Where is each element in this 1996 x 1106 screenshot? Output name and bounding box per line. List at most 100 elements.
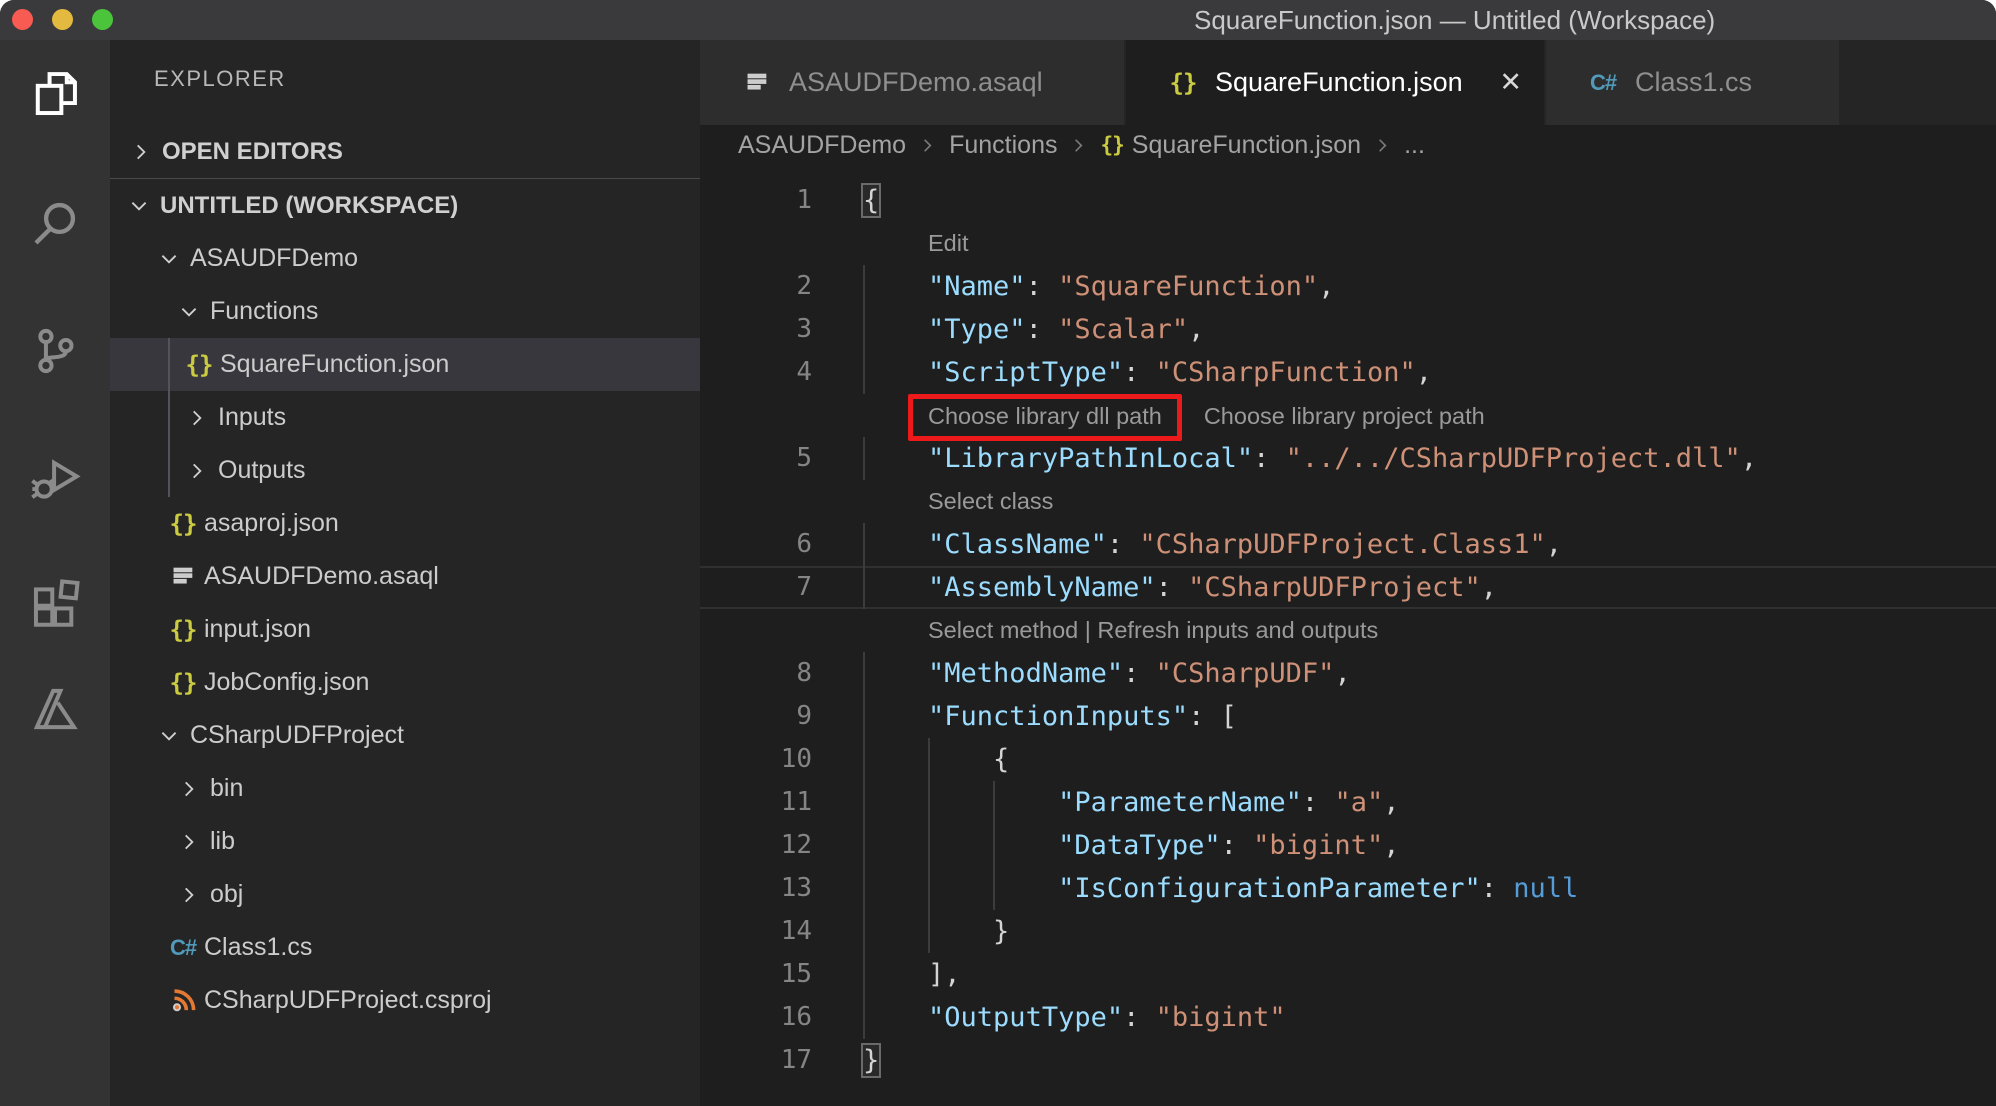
azure-icon[interactable] [23, 677, 87, 741]
tree-item-label: ASAUDFDemo [190, 244, 358, 273]
breadcrumb-item-functions[interactable]: Functions [949, 131, 1057, 160]
search-icon[interactable] [23, 191, 87, 255]
tree-indent-guide [168, 338, 170, 497]
breadcrumb-label: SquareFunction.json [1132, 131, 1361, 160]
tab-label: SquareFunction.json [1215, 67, 1463, 98]
tree-item-untitled-workspace[interactable]: UNTITLED (WORKSPACE) [110, 179, 700, 232]
code-line-4[interactable]: 4 "ScriptType": "CSharpFunction", [700, 351, 1996, 394]
code-line-8[interactable]: 8 "MethodName": "CSharpUDF", [700, 652, 1996, 695]
line-number: 2 [700, 265, 812, 308]
open-editors-section[interactable]: OPEN EDITORS [110, 126, 700, 179]
tree-item-label: obj [210, 880, 243, 909]
tree-item-functions[interactable]: Functions [110, 285, 700, 338]
code-text: "OutputType": "bigint" [863, 996, 1286, 1039]
source-control-icon[interactable] [23, 319, 87, 383]
explorer-sidebar: EXPLORER OPEN EDITORS UNTITLED (WORKSPAC… [110, 40, 700, 1106]
code-line-13[interactable]: 13 "IsConfigurationParameter": null [700, 867, 1996, 910]
codelens-link-select-class[interactable]: Select class [928, 488, 1053, 514]
line-number: 1 [700, 179, 812, 222]
activity-bar [0, 40, 110, 1106]
tree-item-csharpudfproject-csproj[interactable]: CSharpUDFProject.csproj [110, 974, 700, 1027]
code-line-6[interactable]: 6 "ClassName": "CSharpUDFProject.Class1"… [700, 523, 1996, 566]
annotation-red-box[interactable]: Choose library dll path [908, 394, 1182, 441]
code-line-5[interactable]: 5 "LibraryPathInLocal": "../../CSharpUDF… [700, 437, 1996, 480]
bracket-match-highlight: { [863, 185, 879, 216]
line-number: 14 [700, 910, 812, 953]
tab-class1-cs[interactable]: C#Class1.cs [1546, 40, 1841, 125]
breadcrumb-separator-icon [1373, 136, 1392, 155]
tree-item-class1-cs[interactable]: C#Class1.cs [110, 921, 700, 974]
code-line-7[interactable]: 7 "AssemblyName": "CSharpUDFProject", [700, 566, 1996, 609]
code-area: 1{Edit2 "Name": "SquareFunction",3 "Type… [700, 165, 1996, 1106]
code-line-15[interactable]: 15 ], [700, 953, 1996, 996]
tree-item-bin[interactable]: bin [110, 762, 700, 815]
close-window-button[interactable] [12, 9, 33, 30]
tree-item-squarefunction-json[interactable]: {}SquareFunction.json [110, 338, 700, 391]
open-editors-label: OPEN EDITORS [162, 138, 343, 166]
codelens-link-select-method-refresh-inputs-and-outputs[interactable]: Select method | Refresh inputs and outpu… [928, 617, 1378, 643]
code-text: } [863, 910, 1009, 953]
breadcrumb-item-[interactable]: ... [1404, 131, 1425, 160]
tree-item-asaproj-json[interactable]: {}asaproj.json [110, 497, 700, 550]
close-icon[interactable]: ✕ [1499, 67, 1522, 98]
zoom-window-button[interactable] [92, 9, 113, 30]
code-line-3[interactable]: 3 "Type": "Scalar", [700, 308, 1996, 351]
minimize-window-button[interactable] [52, 9, 73, 30]
breadcrumb-item-squarefunction-json[interactable]: {} SquareFunction.json [1100, 131, 1361, 160]
json-file-icon: {} [166, 613, 200, 647]
code-text: ], [863, 953, 961, 996]
line-number: 4 [700, 351, 812, 394]
tree-item-asaudfdemo[interactable]: ASAUDFDemo [110, 232, 700, 285]
extensions-icon[interactable] [23, 571, 87, 635]
breadcrumb-separator-icon [1069, 136, 1088, 155]
chevron-right-icon [180, 454, 214, 488]
json-file-icon: {} [166, 507, 200, 541]
tree-item-outputs[interactable]: Outputs [110, 444, 700, 497]
code-text: "Name": "SquareFunction", [863, 265, 1334, 308]
code-text: { [863, 179, 879, 222]
code-line-12[interactable]: 12 "DataType": "bigint", [700, 824, 1996, 867]
tree-item-label: UNTITLED (WORKSPACE) [160, 192, 458, 220]
tab-squarefunction-json[interactable]: {}SquareFunction.json✕ [1126, 40, 1546, 125]
tree-item-asaudfdemo-asaql[interactable]: ASAUDFDemo.asaql [110, 550, 700, 603]
chevron-down-icon [152, 719, 186, 753]
json-file-icon: {} [1100, 133, 1123, 157]
line-number: 15 [700, 953, 812, 996]
editor-group: ASAUDFDemo.asaql {} SquareFunction.json ✕ C#… [700, 40, 1996, 1106]
breadcrumb-label: ... [1404, 131, 1425, 160]
line-number: 8 [700, 652, 812, 695]
tree-item-lib[interactable]: lib [110, 815, 700, 868]
code-text: "ParameterName": "a", [863, 781, 1399, 824]
csharp-file-icon: C# [166, 931, 200, 965]
codelens-link-choose-library-project-path[interactable]: Choose library project path [1204, 403, 1485, 429]
sidebar-title: EXPLORER [110, 40, 700, 110]
tree-item-jobconfig-json[interactable]: {}JobConfig.json [110, 656, 700, 709]
line-number: 13 [700, 867, 812, 910]
bracket-match-highlight: } [863, 1045, 879, 1076]
code-line-10[interactable]: 10 { [700, 738, 1996, 781]
line-number: 3 [700, 308, 812, 351]
line-number: 10 [700, 738, 812, 781]
code-line-17[interactable]: 17} [700, 1039, 1996, 1082]
codelens-link-edit[interactable]: Edit [928, 230, 969, 256]
explorer-icon[interactable] [23, 62, 87, 126]
tree-item-label: Class1.cs [204, 933, 312, 962]
tree-item-label: SquareFunction.json [220, 350, 449, 379]
codelens-row: Select class [700, 480, 1996, 523]
code-line-16[interactable]: 16 "OutputType": "bigint" [700, 996, 1996, 1039]
code-line-11[interactable]: 11 "ParameterName": "a", [700, 781, 1996, 824]
breadcrumb-item-asaudfdemo[interactable]: ASAUDFDemo [738, 131, 906, 160]
breadcrumb-separator-icon [918, 136, 937, 155]
tree-item-csharpudfproject[interactable]: CSharpUDFProject [110, 709, 700, 762]
code-line-14[interactable]: 14 } [700, 910, 1996, 953]
tree-item-inputs[interactable]: Inputs [110, 391, 700, 444]
query-file-icon [166, 560, 200, 594]
code-text: "MethodName": "CSharpUDF", [863, 652, 1351, 695]
tree-item-obj[interactable]: obj [110, 868, 700, 921]
code-line-2[interactable]: 2 "Name": "SquareFunction", [700, 265, 1996, 308]
code-line-9[interactable]: 9 "FunctionInputs": [ [700, 695, 1996, 738]
tree-item-input-json[interactable]: {}input.json [110, 603, 700, 656]
run-debug-icon[interactable] [23, 448, 87, 512]
tab-asaudfdemo-asaql[interactable]: ASAUDFDemo.asaql [700, 40, 1126, 125]
code-line-1[interactable]: 1{ [700, 179, 1996, 222]
